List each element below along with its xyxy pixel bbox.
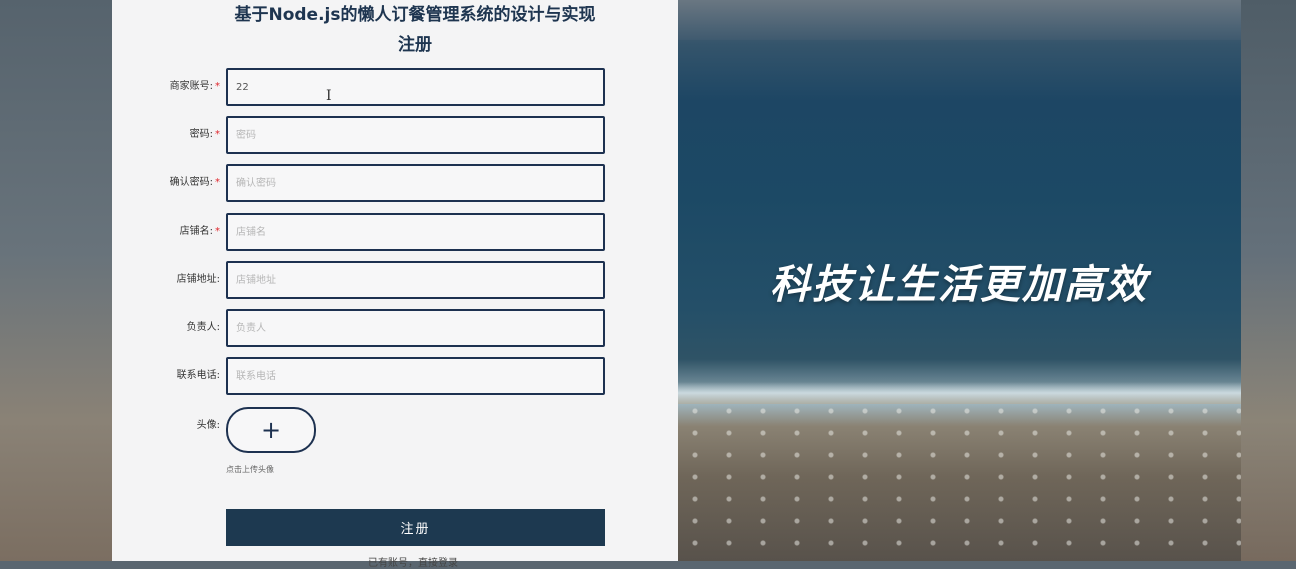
horizon (678, 0, 1241, 40)
form-row-phone: 联系电话: (112, 357, 678, 395)
account-input[interactable] (228, 70, 596, 104)
register-card: 基于Node.js的懒人订餐管理系统的设计与实现 注册 商家账号:* 密码:* … (112, 0, 678, 569)
required-mark: * (215, 81, 220, 92)
manager-field-box (226, 309, 605, 347)
shop-address-input[interactable] (228, 263, 596, 297)
beach-umbrellas (678, 400, 1241, 561)
form-row-confirm-password: 确认密码: * (112, 164, 678, 202)
shop-name-field-box (226, 213, 605, 251)
required-mark: * (215, 177, 220, 188)
form-row-shop-address: 店铺地址: (112, 261, 678, 299)
page-title: 基于Node.js的懒人订餐管理系统的设计与实现 (234, 5, 596, 25)
form-row-avatar: 头像: (112, 407, 678, 444)
form-row-manager: 负责人: (112, 309, 678, 347)
field-label: 店铺名: * (179, 226, 220, 237)
phone-input[interactable] (228, 359, 596, 393)
register-button[interactable]: 注册 (226, 509, 605, 546)
confirm-password-input[interactable] (228, 166, 596, 200)
shop-address-field-box (226, 261, 605, 299)
form-row-password: 密码: * (112, 116, 678, 154)
account-field-box (226, 68, 605, 106)
password-field-box (226, 116, 605, 154)
field-label: 密码: * (189, 129, 220, 140)
page-subtitle: 注册 (398, 35, 432, 55)
background-right (1241, 0, 1296, 561)
avatar-upload-button[interactable]: + (226, 407, 316, 453)
banner-slogan: 科技让生活更加高效 (770, 262, 1148, 308)
field-label: 头像: (196, 420, 220, 431)
required-mark: * (215, 226, 220, 237)
background-left (0, 0, 112, 561)
login-link[interactable]: 已有账号，直接登录 (368, 554, 458, 569)
required-mark: * (215, 129, 220, 140)
password-input[interactable] (228, 118, 596, 152)
text-cursor-icon: I (326, 88, 332, 104)
plus-icon: + (260, 416, 282, 444)
field-label: 店铺地址: (176, 274, 220, 285)
form-row-account: 商家账号: * (112, 68, 678, 106)
field-label: 联系电话: (176, 370, 220, 381)
manager-input[interactable] (228, 311, 596, 345)
field-label: 负责人: (186, 322, 220, 333)
form-row-shop-name: 店铺名: * (112, 213, 678, 251)
avatar-hint: 点击上传头像 (226, 465, 274, 474)
field-label: 确认密码: * (169, 177, 220, 188)
phone-field-box (226, 357, 605, 395)
field-label: 商家账号: * (169, 81, 220, 92)
banner-image: 科技让生活更加高效 (678, 0, 1241, 561)
confirm-password-field-box (226, 164, 605, 202)
shop-name-input[interactable] (228, 215, 596, 249)
